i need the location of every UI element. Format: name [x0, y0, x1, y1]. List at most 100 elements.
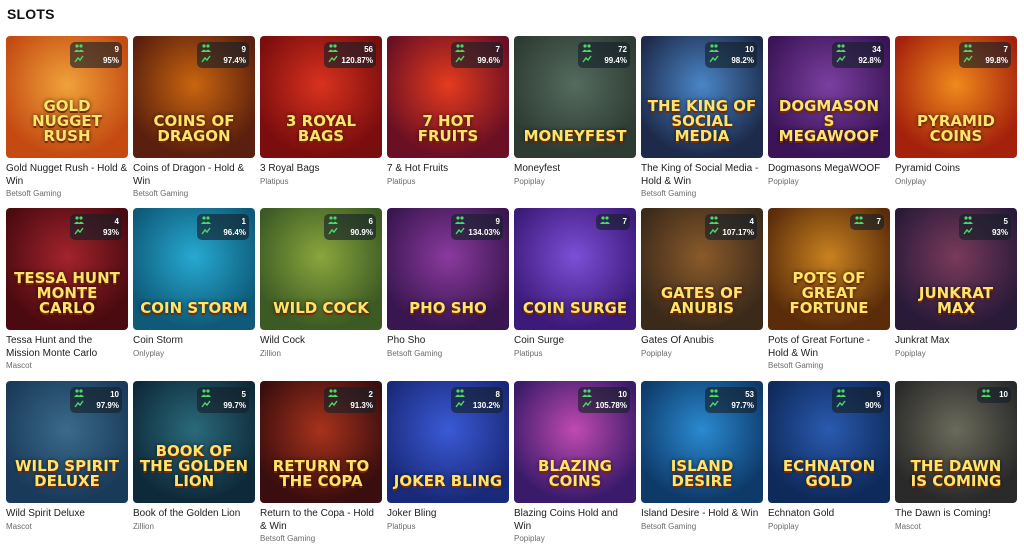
rtp-icon — [328, 227, 338, 238]
game-thumbnail[interactable]: TESSA HUNT MONTE CARLO 4 93% — [6, 208, 128, 330]
game-name[interactable]: 7 & Hot Fruits — [387, 163, 509, 176]
game-card[interactable]: ECHNATON GOLD 9 90% Echnaton Gold Popiplay — [768, 381, 890, 532]
game-name[interactable]: Joker Bling — [387, 508, 509, 521]
game-card[interactable]: THE DAWN IS COMING 10 The Dawn is Coming! M… — [895, 381, 1017, 532]
game-card[interactable]: JOKER BLING 8 130.2% Joker Bling Platipus — [387, 381, 509, 532]
game-name[interactable]: Pho Sho — [387, 335, 509, 348]
game-thumbnail[interactable]: COIN STORM 1 96.4% — [133, 208, 255, 330]
game-thumbnail[interactable]: BOOK OF THE GOLDEN LION 5 99.7% — [133, 381, 255, 503]
game-thumbnail[interactable]: JOKER BLING 8 130.2% — [387, 381, 509, 503]
game-card[interactable]: ISLAND DESIRE 53 97.7% Island Desire - Hold… — [641, 381, 763, 532]
game-name[interactable]: 3 Royal Bags — [260, 163, 382, 176]
game-card[interactable]: COINS OF DRAGON 9 97.4% Coins of Dragon - H… — [133, 36, 255, 199]
game-card[interactable]: PHO SHO 9 134.03% Pho Sho Betsoft Gaming — [387, 208, 509, 359]
game-card[interactable]: MONEYFEST 72 99.4% Moneyfest Popiplay — [514, 36, 636, 187]
game-card[interactable]: POTS OF GREAT FORTUNE 7 Pots of Great Fort… — [768, 208, 890, 371]
game-card[interactable]: GOLD NUGGET RUSH 9 95% Gold Nugget Rush - H… — [6, 36, 128, 199]
stats-badge: 34 92.8% — [832, 42, 884, 68]
game-thumbnail[interactable]: DOGMASONS MEGAWOOF 34 92.8% — [768, 36, 890, 158]
game-card[interactable]: DOGMASONS MEGAWOOF 34 92.8% Dogmasons MegaW… — [768, 36, 890, 187]
game-name[interactable]: The King of Social Media - Hold & Win — [641, 163, 763, 188]
game-provider: Popiplay — [641, 348, 672, 358]
game-thumbnail[interactable]: 3 ROYAL BAGS 56 120.87% — [260, 36, 382, 158]
game-card[interactable]: 3 ROYAL BAGS 56 120.87% 3 Royal Bags Platipu… — [260, 36, 382, 187]
game-thumbnail[interactable]: COINS OF DRAGON 9 97.4% — [133, 36, 255, 158]
rtp-value: 98.2% — [731, 56, 754, 65]
game-thumbnail[interactable]: THE DAWN IS COMING 10 — [895, 381, 1017, 503]
game-thumbnail[interactable]: WILD SPIRIT DELUXE 10 97.9% — [6, 381, 128, 503]
game-name[interactable]: Echnaton Gold — [768, 508, 890, 521]
game-name[interactable]: Moneyfest — [514, 163, 636, 176]
rtp-icon — [709, 55, 719, 66]
game-thumbnail[interactable]: MONEYFEST 72 99.4% — [514, 36, 636, 158]
players-count: 56 — [364, 45, 373, 54]
game-thumbnail[interactable]: POTS OF GREAT FORTUNE 7 — [768, 208, 890, 330]
game-card[interactable]: THE KING OF SOCIAL MEDIA 10 98.2% The King … — [641, 36, 763, 199]
game-card[interactable]: RETURN TO THE COPA 2 91.3% Return to the Co… — [260, 381, 382, 544]
rtp-icon — [201, 227, 211, 238]
game-card[interactable]: TESSA HUNT MONTE CARLO 4 93% Tessa Hunt and… — [6, 208, 128, 371]
rtp-value: 90.9% — [350, 228, 373, 237]
game-thumbnail[interactable]: JUNKRAT MAX 5 93% — [895, 208, 1017, 330]
game-thumbnail[interactable]: ECHNATON GOLD 9 90% — [768, 381, 890, 503]
game-thumbnail[interactable]: GOLD NUGGET RUSH 9 95% — [6, 36, 128, 158]
game-card[interactable]: WILD SPIRIT DELUXE 10 97.9% Wild Spirit Del… — [6, 381, 128, 532]
game-provider: Mascot — [6, 361, 32, 370]
game-name[interactable]: Book of the Golden Lion — [133, 508, 255, 521]
game-name[interactable]: Gates Of Anubis — [641, 335, 763, 348]
game-name[interactable]: The Dawn is Coming! — [895, 508, 1017, 521]
game-name[interactable]: Blazing Coins Hold and Win — [514, 508, 636, 533]
game-thumbnail[interactable]: THE KING OF SOCIAL MEDIA 10 98.2% — [641, 36, 763, 158]
game-thumbnail[interactable]: RETURN TO THE COPA 2 91.3% — [260, 381, 382, 503]
game-name[interactable]: Pots of Great Fortune - Hold & Win — [768, 335, 890, 360]
stats-badge: 7 — [596, 214, 630, 230]
game-name[interactable]: Coin Storm — [133, 335, 255, 348]
players-count: 4 — [114, 217, 119, 226]
rtp-value: 90% — [864, 401, 881, 410]
game-thumbnail[interactable]: WILD COCK 6 90.9% — [260, 208, 382, 330]
game-card[interactable]: PYRAMID COINS 7 99.8% Pyramid Coins Onlyplay — [895, 36, 1017, 187]
players-icon — [582, 389, 592, 400]
game-name[interactable]: Gold Nugget Rush - Hold & Win — [6, 163, 128, 188]
game-card[interactable]: WILD COCK 6 90.9% Wild Cock Zillion — [260, 208, 382, 359]
game-name[interactable]: Island Desire - Hold & Win — [641, 508, 763, 521]
rtp-icon — [74, 227, 84, 238]
game-name[interactable]: Tessa Hunt and the Mission Monte Carlo — [6, 335, 128, 360]
rtp-icon — [201, 55, 211, 66]
game-thumbnail[interactable]: PHO SHO 9 134.03% — [387, 208, 509, 330]
rtp-value: 134.03% — [468, 228, 500, 237]
game-provider: Betsoft Gaming — [260, 534, 316, 543]
game-provider: Mascot — [895, 521, 921, 531]
game-provider: Zillion — [260, 348, 281, 358]
game-provider: Onlyplay — [895, 176, 927, 186]
game-card[interactable]: 7 HOT FRUITS 7 99.6% 7 & Hot Fruits Platipus — [387, 36, 509, 187]
game-logo-art: COINS OF DRAGON — [153, 112, 235, 145]
game-card[interactable]: BLAZING COINS 10 105.78% Blazing Coins Hold… — [514, 381, 636, 544]
game-provider: Platipus — [514, 348, 543, 358]
game-name[interactable]: Pyramid Coins — [895, 163, 1017, 176]
game-name[interactable]: Dogmasons MegaWOOF — [768, 163, 890, 176]
game-name[interactable]: Coins of Dragon - Hold & Win — [133, 163, 255, 188]
game-thumbnail[interactable]: 7 HOT FRUITS 7 99.6% — [387, 36, 509, 158]
game-thumbnail[interactable]: COIN SURGE 7 — [514, 208, 636, 330]
game-thumbnail[interactable]: GATES OF ANUBIS 4 107.17% — [641, 208, 763, 330]
game-card[interactable]: COIN STORM 1 96.4% Coin Storm Onlyplay — [133, 208, 255, 359]
game-card[interactable]: BOOK OF THE GOLDEN LION 5 99.7% Book of the… — [133, 381, 255, 532]
stats-badge: 6 90.9% — [324, 214, 376, 240]
game-card[interactable]: JUNKRAT MAX 5 93% Junkrat Max Popiplay — [895, 208, 1017, 359]
players-count: 7 — [1003, 45, 1008, 54]
game-card[interactable]: GATES OF ANUBIS 4 107.17% Gates Of Anubis Po… — [641, 208, 763, 359]
game-thumbnail[interactable]: ISLAND DESIRE 53 97.7% — [641, 381, 763, 503]
game-name[interactable]: Junkrat Max — [895, 335, 1017, 348]
game-name[interactable]: Coin Surge — [514, 335, 636, 348]
game-thumbnail[interactable]: PYRAMID COINS 7 99.8% — [895, 36, 1017, 158]
game-name[interactable]: Wild Cock — [260, 335, 382, 348]
game-provider: Platipus — [260, 176, 289, 186]
rtp-icon — [963, 55, 973, 66]
game-card[interactable]: COIN SURGE 7 Coin Surge Platipus — [514, 208, 636, 359]
game-name[interactable]: Return to the Copa - Hold & Win — [260, 508, 382, 533]
game-logo-art: COIN SURGE — [522, 299, 628, 317]
game-thumbnail[interactable]: BLAZING COINS 10 105.78% — [514, 381, 636, 503]
game-name[interactable]: Wild Spirit Deluxe — [6, 508, 128, 521]
players-icon — [455, 44, 465, 55]
